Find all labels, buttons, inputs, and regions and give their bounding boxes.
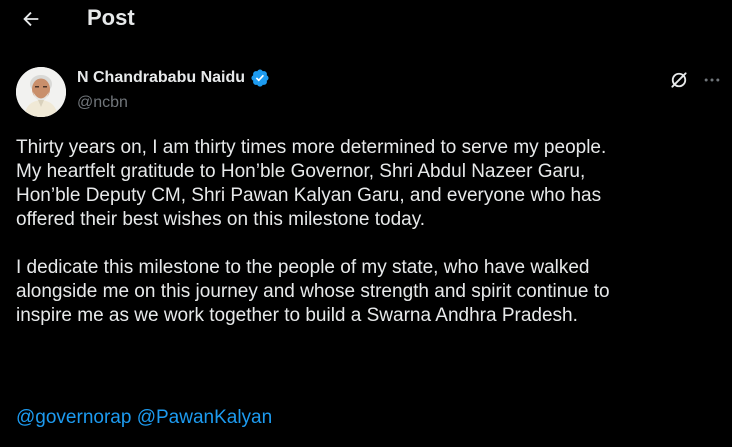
verified-badge-icon <box>251 69 269 87</box>
page-title: Post <box>87 5 135 30</box>
post-line: alongside me on this journey and whose s… <box>16 281 610 302</box>
post-line: offered their best wishes on this milest… <box>16 209 426 230</box>
author-name-text: N Chandrababu Naidu <box>77 69 246 86</box>
author-name[interactable]: N Chandrababu Naidu <box>77 68 270 88</box>
avatar-photo <box>16 67 66 117</box>
post-line: My heartfelt gratitude to Hon’ble Govern… <box>16 161 586 182</box>
avatar[interactable] <box>16 67 66 117</box>
grok-icon <box>671 72 687 88</box>
post-line: Thirty years on, I am thirty times more … <box>16 137 607 158</box>
post-text: Thirty years on, I am thirty times more … <box>16 136 724 328</box>
mention-link-governorap[interactable]: @governorap <box>16 407 131 428</box>
back-button[interactable] <box>18 6 44 32</box>
arrow-left-icon <box>23 11 39 27</box>
more-horizontal-icon <box>704 78 720 82</box>
post-mentions: @governorap @PawanKalyan <box>16 406 272 430</box>
post-line: Hon’ble Deputy CM, Shri Pawan Kalyan Gar… <box>16 185 602 206</box>
post-line: I dedicate this milestone to the people … <box>16 257 590 278</box>
mention-link-pawankalyan[interactable]: @PawanKalyan <box>137 407 272 428</box>
post-line: inspire me as we work together to build … <box>16 305 578 326</box>
post-paragraph: Thirty years on, I am thirty times more … <box>16 136 724 232</box>
author-handle[interactable]: @ncbn <box>77 93 128 113</box>
header-bar: Post <box>0 0 732 38</box>
more-options-button[interactable] <box>700 68 724 92</box>
post-page: Post N Chandrababu Naidu @ncbn Thirty ye… <box>0 0 732 447</box>
grok-button[interactable] <box>667 68 691 92</box>
post-paragraph: I dedicate this milestone to the people … <box>16 256 724 328</box>
